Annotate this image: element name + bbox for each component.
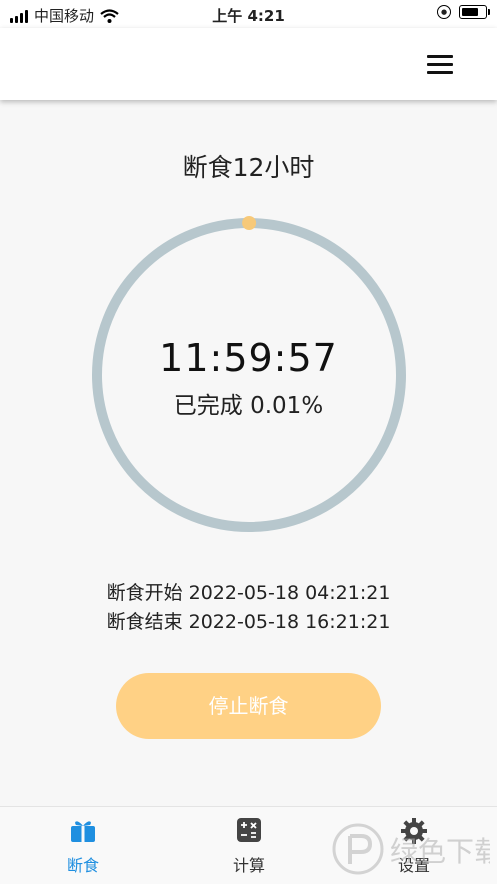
countdown-timer: 11:59:57 bbox=[159, 336, 338, 380]
tab-fasting-label: 断食 bbox=[66, 856, 99, 875]
app-header bbox=[0, 28, 497, 100]
status-bar: 中国移动 上午 4:21 ● bbox=[0, 0, 497, 28]
hamburger-menu-icon[interactable] bbox=[427, 55, 453, 75]
status-right: ● bbox=[437, 5, 490, 19]
completion-progress: 已完成 0.01% bbox=[173, 393, 324, 419]
fasting-gift-icon bbox=[71, 821, 95, 842]
status-time: 上午 4:21 bbox=[212, 7, 285, 25]
tab-calculate-label: 计算 bbox=[232, 856, 265, 875]
battery-icon bbox=[459, 5, 490, 19]
fasting-plan-title: 断食12小时 bbox=[182, 153, 315, 182]
tab-fasting[interactable]: 断食 bbox=[33, 817, 133, 876]
watermark-logo: 绿色下载 bbox=[332, 823, 490, 875]
orientation-lock-icon: ● bbox=[437, 5, 451, 19]
watermark-text: 绿色下载 bbox=[390, 835, 490, 868]
calculator-icon bbox=[237, 818, 261, 842]
fasting-end-time: 断食结束 2022-05-18 16:21:21 bbox=[106, 611, 391, 633]
stop-fasting-button[interactable]: 停止断食 bbox=[116, 673, 381, 739]
fasting-start-time: 断食开始 2022-05-18 04:21:21 bbox=[106, 582, 391, 604]
tab-calculate[interactable]: 计算 bbox=[199, 817, 299, 876]
progress-ring-dot bbox=[242, 216, 257, 230]
